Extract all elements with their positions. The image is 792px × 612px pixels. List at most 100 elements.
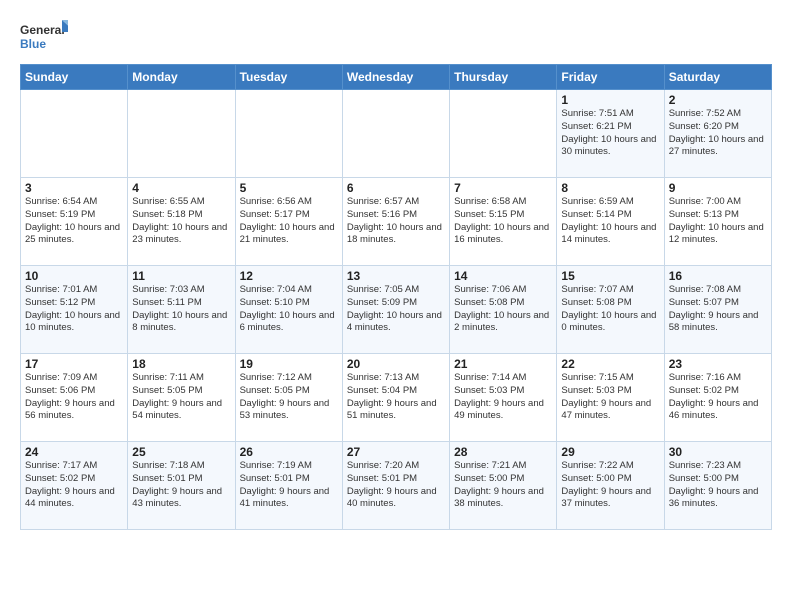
calendar-cell: 24Sunrise: 7:17 AM Sunset: 5:02 PM Dayli…: [21, 442, 128, 530]
calendar-week-1: 1Sunrise: 7:51 AM Sunset: 6:21 PM Daylig…: [21, 90, 772, 178]
day-info: Sunrise: 7:52 AM Sunset: 6:20 PM Dayligh…: [669, 108, 767, 159]
calendar-week-3: 10Sunrise: 7:01 AM Sunset: 5:12 PM Dayli…: [21, 266, 772, 354]
calendar-cell: 15Sunrise: 7:07 AM Sunset: 5:08 PM Dayli…: [557, 266, 664, 354]
day-number: 15: [561, 269, 659, 283]
day-number: 2: [669, 93, 767, 107]
day-info: Sunrise: 7:18 AM Sunset: 5:01 PM Dayligh…: [132, 460, 230, 511]
day-number: 26: [240, 445, 338, 459]
calendar-cell: 30Sunrise: 7:23 AM Sunset: 5:00 PM Dayli…: [664, 442, 771, 530]
svg-text:General: General: [20, 23, 65, 37]
day-number: 21: [454, 357, 552, 371]
header: General Blue: [20, 18, 772, 54]
calendar-cell: 6Sunrise: 6:57 AM Sunset: 5:16 PM Daylig…: [342, 178, 449, 266]
day-number: 19: [240, 357, 338, 371]
calendar-cell: 5Sunrise: 6:56 AM Sunset: 5:17 PM Daylig…: [235, 178, 342, 266]
day-number: 23: [669, 357, 767, 371]
calendar-cell: 26Sunrise: 7:19 AM Sunset: 5:01 PM Dayli…: [235, 442, 342, 530]
calendar-cell: 13Sunrise: 7:05 AM Sunset: 5:09 PM Dayli…: [342, 266, 449, 354]
calendar-cell: 16Sunrise: 7:08 AM Sunset: 5:07 PM Dayli…: [664, 266, 771, 354]
day-info: Sunrise: 7:15 AM Sunset: 5:03 PM Dayligh…: [561, 372, 659, 423]
day-number: 10: [25, 269, 123, 283]
calendar-cell: 20Sunrise: 7:13 AM Sunset: 5:04 PM Dayli…: [342, 354, 449, 442]
calendar-cell: 27Sunrise: 7:20 AM Sunset: 5:01 PM Dayli…: [342, 442, 449, 530]
weekday-header-monday: Monday: [128, 65, 235, 90]
day-number: 20: [347, 357, 445, 371]
calendar-cell: [128, 90, 235, 178]
weekday-header-saturday: Saturday: [664, 65, 771, 90]
day-info: Sunrise: 6:56 AM Sunset: 5:17 PM Dayligh…: [240, 196, 338, 247]
day-info: Sunrise: 7:00 AM Sunset: 5:13 PM Dayligh…: [669, 196, 767, 247]
day-number: 1: [561, 93, 659, 107]
calendar-cell: 23Sunrise: 7:16 AM Sunset: 5:02 PM Dayli…: [664, 354, 771, 442]
weekday-header-sunday: Sunday: [21, 65, 128, 90]
calendar-week-2: 3Sunrise: 6:54 AM Sunset: 5:19 PM Daylig…: [21, 178, 772, 266]
logo: General Blue: [20, 18, 68, 54]
day-info: Sunrise: 7:22 AM Sunset: 5:00 PM Dayligh…: [561, 460, 659, 511]
day-number: 5: [240, 181, 338, 195]
day-info: Sunrise: 7:09 AM Sunset: 5:06 PM Dayligh…: [25, 372, 123, 423]
calendar-cell: 14Sunrise: 7:06 AM Sunset: 5:08 PM Dayli…: [450, 266, 557, 354]
day-number: 17: [25, 357, 123, 371]
day-info: Sunrise: 7:19 AM Sunset: 5:01 PM Dayligh…: [240, 460, 338, 511]
day-number: 27: [347, 445, 445, 459]
calendar-cell: 25Sunrise: 7:18 AM Sunset: 5:01 PM Dayli…: [128, 442, 235, 530]
calendar-cell: 28Sunrise: 7:21 AM Sunset: 5:00 PM Dayli…: [450, 442, 557, 530]
calendar-cell: [235, 90, 342, 178]
calendar-cell: 10Sunrise: 7:01 AM Sunset: 5:12 PM Dayli…: [21, 266, 128, 354]
calendar-cell: 8Sunrise: 6:59 AM Sunset: 5:14 PM Daylig…: [557, 178, 664, 266]
calendar-cell: 18Sunrise: 7:11 AM Sunset: 5:05 PM Dayli…: [128, 354, 235, 442]
day-number: 11: [132, 269, 230, 283]
day-number: 6: [347, 181, 445, 195]
day-number: 12: [240, 269, 338, 283]
calendar-cell: 21Sunrise: 7:14 AM Sunset: 5:03 PM Dayli…: [450, 354, 557, 442]
day-number: 18: [132, 357, 230, 371]
day-number: 16: [669, 269, 767, 283]
calendar-cell: 4Sunrise: 6:55 AM Sunset: 5:18 PM Daylig…: [128, 178, 235, 266]
calendar-cell: [21, 90, 128, 178]
day-info: Sunrise: 7:17 AM Sunset: 5:02 PM Dayligh…: [25, 460, 123, 511]
day-number: 24: [25, 445, 123, 459]
day-number: 4: [132, 181, 230, 195]
calendar-cell: 3Sunrise: 6:54 AM Sunset: 5:19 PM Daylig…: [21, 178, 128, 266]
day-info: Sunrise: 7:12 AM Sunset: 5:05 PM Dayligh…: [240, 372, 338, 423]
day-info: Sunrise: 7:20 AM Sunset: 5:01 PM Dayligh…: [347, 460, 445, 511]
calendar-cell: 22Sunrise: 7:15 AM Sunset: 5:03 PM Dayli…: [557, 354, 664, 442]
day-info: Sunrise: 7:04 AM Sunset: 5:10 PM Dayligh…: [240, 284, 338, 335]
day-info: Sunrise: 7:01 AM Sunset: 5:12 PM Dayligh…: [25, 284, 123, 335]
day-info: Sunrise: 7:51 AM Sunset: 6:21 PM Dayligh…: [561, 108, 659, 159]
day-number: 7: [454, 181, 552, 195]
day-info: Sunrise: 7:03 AM Sunset: 5:11 PM Dayligh…: [132, 284, 230, 335]
day-info: Sunrise: 6:58 AM Sunset: 5:15 PM Dayligh…: [454, 196, 552, 247]
calendar-cell: [342, 90, 449, 178]
day-number: 13: [347, 269, 445, 283]
day-info: Sunrise: 7:16 AM Sunset: 5:02 PM Dayligh…: [669, 372, 767, 423]
day-info: Sunrise: 7:05 AM Sunset: 5:09 PM Dayligh…: [347, 284, 445, 335]
calendar-cell: 17Sunrise: 7:09 AM Sunset: 5:06 PM Dayli…: [21, 354, 128, 442]
weekday-header-row: SundayMondayTuesdayWednesdayThursdayFrid…: [21, 65, 772, 90]
svg-text:Blue: Blue: [20, 37, 46, 51]
day-number: 8: [561, 181, 659, 195]
day-info: Sunrise: 6:54 AM Sunset: 5:19 PM Dayligh…: [25, 196, 123, 247]
day-info: Sunrise: 7:14 AM Sunset: 5:03 PM Dayligh…: [454, 372, 552, 423]
day-number: 28: [454, 445, 552, 459]
day-number: 3: [25, 181, 123, 195]
calendar-cell: 12Sunrise: 7:04 AM Sunset: 5:10 PM Dayli…: [235, 266, 342, 354]
calendar-cell: 9Sunrise: 7:00 AM Sunset: 5:13 PM Daylig…: [664, 178, 771, 266]
day-number: 9: [669, 181, 767, 195]
weekday-header-thursday: Thursday: [450, 65, 557, 90]
calendar-cell: 2Sunrise: 7:52 AM Sunset: 6:20 PM Daylig…: [664, 90, 771, 178]
day-info: Sunrise: 6:59 AM Sunset: 5:14 PM Dayligh…: [561, 196, 659, 247]
weekday-header-friday: Friday: [557, 65, 664, 90]
day-info: Sunrise: 7:21 AM Sunset: 5:00 PM Dayligh…: [454, 460, 552, 511]
calendar-week-5: 24Sunrise: 7:17 AM Sunset: 5:02 PM Dayli…: [21, 442, 772, 530]
day-info: Sunrise: 7:08 AM Sunset: 5:07 PM Dayligh…: [669, 284, 767, 335]
day-info: Sunrise: 7:07 AM Sunset: 5:08 PM Dayligh…: [561, 284, 659, 335]
day-number: 30: [669, 445, 767, 459]
calendar-cell: 19Sunrise: 7:12 AM Sunset: 5:05 PM Dayli…: [235, 354, 342, 442]
day-info: Sunrise: 6:55 AM Sunset: 5:18 PM Dayligh…: [132, 196, 230, 247]
day-number: 29: [561, 445, 659, 459]
day-number: 22: [561, 357, 659, 371]
calendar-cell: 29Sunrise: 7:22 AM Sunset: 5:00 PM Dayli…: [557, 442, 664, 530]
day-info: Sunrise: 7:13 AM Sunset: 5:04 PM Dayligh…: [347, 372, 445, 423]
calendar-cell: 11Sunrise: 7:03 AM Sunset: 5:11 PM Dayli…: [128, 266, 235, 354]
